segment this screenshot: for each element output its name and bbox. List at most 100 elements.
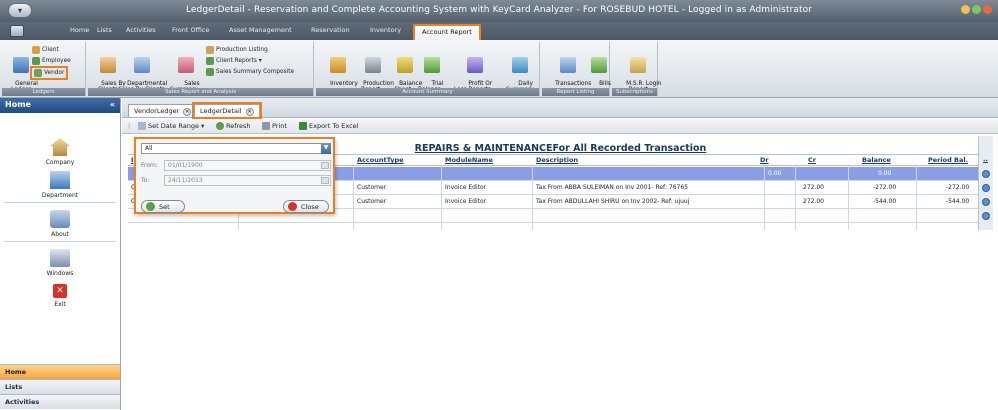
nav-divider	[4, 241, 116, 242]
nav-bar-home[interactable]: Home	[0, 364, 120, 379]
excel-icon	[299, 122, 307, 130]
tab-asset-management[interactable]: Asset Management	[229, 26, 292, 34]
title-bar: ▾ LedgerDetail - Reservation and Complet…	[0, 0, 998, 22]
about-icon	[50, 210, 70, 228]
to-date-field[interactable]: 24/11/2013	[164, 175, 331, 186]
group-label-account-summary: Account Summary	[316, 88, 539, 96]
toolbar-grip: |	[128, 122, 131, 130]
nav-header: Home «	[0, 98, 120, 113]
group-account-summary: Inventory ▾ Production Report ▾ Balance …	[316, 42, 540, 96]
cell-description: Tax From ABDULLAHI SHIRU on Inv 2002- Re…	[536, 198, 690, 205]
refresh-icon	[216, 122, 224, 130]
cell-balance: -544.00	[873, 198, 897, 205]
column-divider	[795, 166, 796, 230]
cell-cr: 272.00	[803, 184, 824, 191]
profit-loss-icon	[466, 57, 483, 73]
composite-icon	[206, 68, 214, 76]
col-header-accounttype[interactable]: AccountType	[357, 156, 404, 164]
vendor-ledger-button[interactable]: Vendor	[29, 66, 69, 80]
col-header-action: ..	[983, 155, 988, 163]
transactions-icon	[559, 57, 576, 73]
doc-tab-vendorledger[interactable]: VendorLedger ✕	[128, 104, 198, 117]
employee-ledger-button[interactable]: Employee	[32, 57, 71, 65]
departmental-icon	[133, 57, 150, 73]
client-reports-button[interactable]: Client Reports ▾	[206, 57, 262, 65]
group-label-report-listing: Report Listing	[542, 88, 609, 96]
set-button[interactable]: Set	[141, 200, 185, 213]
close-tab-icon[interactable]: ✕	[183, 108, 192, 116]
company-icon	[50, 138, 70, 156]
sales-by-clients-icon	[99, 57, 116, 73]
nav-item-exit[interactable]: ✕ Exit	[0, 284, 120, 308]
tools-icon	[364, 57, 381, 73]
row-action-icon[interactable]	[982, 212, 990, 220]
date-dropdown-icon[interactable]	[321, 162, 329, 169]
set-date-range-button[interactable]: Set Date Range ▾	[138, 122, 204, 130]
chevron-down-icon[interactable]: ▼	[321, 143, 331, 154]
group-subscriptions: M.S.R. Login Report Subscriptions	[612, 42, 662, 96]
to-label: To:	[141, 177, 150, 184]
close-tab-icon[interactable]: ✕	[245, 108, 254, 116]
refresh-button[interactable]: Refresh	[216, 122, 251, 130]
export-excel-button[interactable]: Export To Excel	[299, 122, 358, 130]
col-header-period-bal[interactable]: Period Bal.	[928, 156, 968, 164]
print-button[interactable]: Print	[262, 122, 287, 130]
exit-icon: ✕	[53, 284, 67, 298]
col-header-description[interactable]: Description	[536, 156, 578, 164]
ribbon-tabs: Home Lists Activities Front Office Asset…	[0, 22, 998, 40]
group-ledgers: General Ledger Client Employee Vendor Le…	[2, 42, 86, 96]
nav-bar-activities[interactable]: Activities	[0, 394, 120, 409]
minimize-icon[interactable]	[961, 5, 970, 14]
date-range-select[interactable]: All ▼	[141, 143, 331, 154]
col-header-balance[interactable]: Balance	[862, 156, 891, 164]
inventory-icon	[330, 57, 347, 73]
window-title: LedgerDetail - Reservation and Complete …	[185, 5, 813, 15]
close-icon[interactable]	[983, 5, 992, 14]
cell-balance: 0.00	[878, 170, 892, 177]
from-date-field[interactable]: 01/01/1900	[164, 160, 331, 171]
employee-icon	[32, 57, 40, 65]
nav-item-about[interactable]: About	[0, 210, 120, 238]
daily-summary-icon	[512, 57, 528, 73]
check-icon	[146, 202, 155, 211]
nav-item-company[interactable]: Company	[0, 138, 120, 166]
tab-lists[interactable]: Lists	[97, 26, 112, 34]
report-toolbar: | Set Date Range ▾ Refresh Print Export …	[122, 119, 998, 134]
col-header-dr[interactable]: Dr	[760, 156, 769, 164]
collapse-icon[interactable]: «	[110, 100, 115, 109]
tab-home[interactable]: Home	[70, 26, 89, 34]
sales-summary-icon	[178, 57, 195, 73]
tab-account-report[interactable]: Account Report	[413, 24, 481, 40]
production-listing-button[interactable]: Production Listing	[206, 46, 268, 54]
close-button[interactable]: Close	[283, 200, 329, 213]
cell-module: Invoice Editor	[445, 184, 487, 191]
doc-tab-ledgerdetail[interactable]: LedgerDetail ✕	[192, 102, 262, 119]
login-report-icon	[630, 57, 647, 73]
client-ledger-button[interactable]: Client	[32, 46, 59, 54]
row-action-icon[interactable]	[982, 184, 990, 192]
col-header-modulename[interactable]: ModuleName	[445, 156, 493, 164]
date-dropdown-icon[interactable]	[321, 177, 329, 184]
row-action-icon[interactable]	[982, 170, 990, 178]
nav-item-windows[interactable]: Windows	[0, 249, 120, 277]
tab-front-office[interactable]: Front Office	[172, 26, 209, 34]
row-action-icon[interactable]	[982, 198, 990, 206]
nav-bar-lists[interactable]: Lists	[0, 379, 120, 394]
tab-reservation[interactable]: Reservation	[311, 26, 350, 34]
group-label-subscriptions: Subscriptions	[612, 88, 657, 96]
tab-activities[interactable]: Activities	[126, 26, 156, 34]
tab-inventory[interactable]: Inventory	[370, 26, 401, 34]
group-report-listing: Transactions ▾ Bills ▾ Report Listing	[542, 42, 611, 96]
maximize-icon[interactable]	[972, 5, 981, 14]
column-divider	[764, 166, 765, 230]
client-icon	[32, 46, 40, 54]
col-header-cr[interactable]: Cr	[808, 156, 816, 164]
sales-summary-composite-button[interactable]: Sales Summary Composite	[206, 68, 294, 76]
file-tab-icon[interactable]	[10, 25, 24, 37]
app-menu-button[interactable]: ▾	[8, 3, 32, 18]
nav-item-department[interactable]: Department	[0, 171, 120, 199]
windows-icon	[50, 249, 70, 267]
calendar-icon	[138, 122, 146, 130]
cell-period-bal: -272.00	[946, 184, 970, 191]
column-divider	[916, 166, 917, 230]
